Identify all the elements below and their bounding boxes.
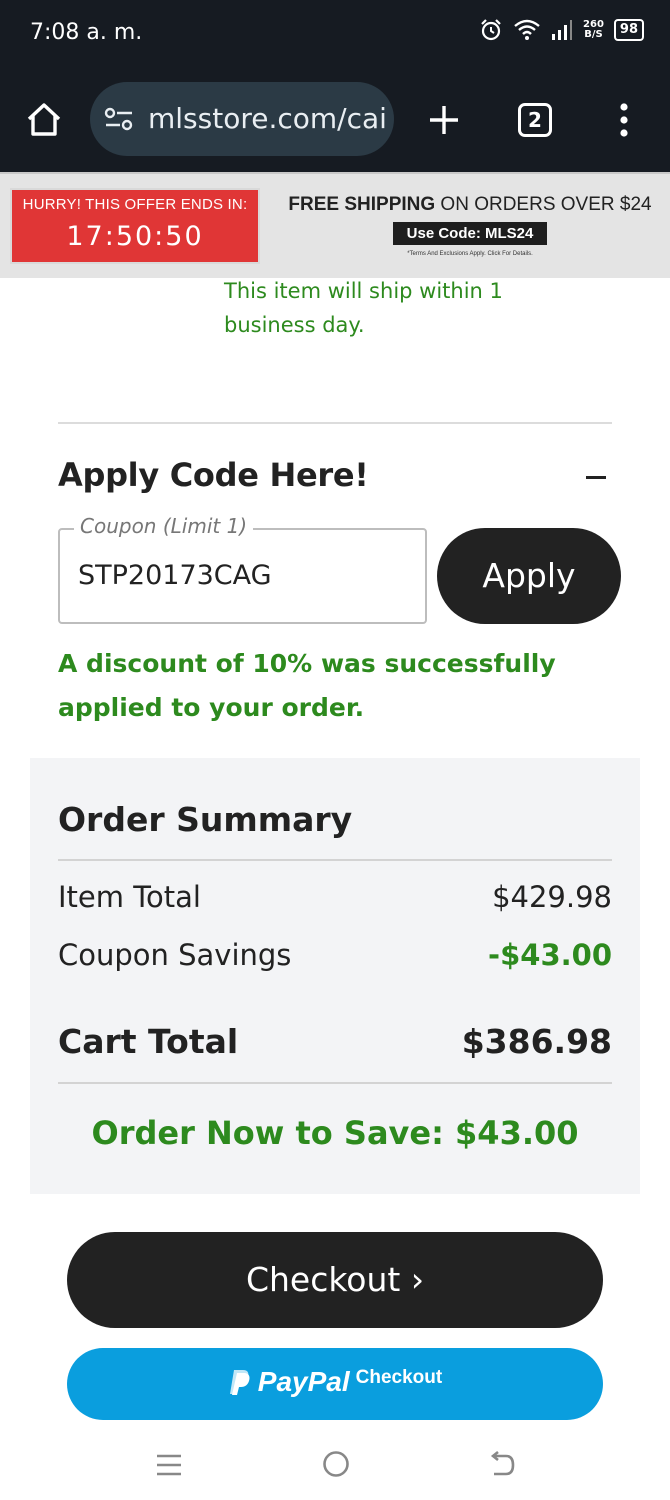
wifi-icon (514, 19, 540, 40)
coupon-input-label: Coupon (Limit 1) (74, 514, 254, 538)
recent-apps-icon[interactable] (156, 1452, 182, 1478)
cart-total-value: $386.98 (461, 1022, 612, 1061)
coupon-savings-label: Coupon Savings (58, 938, 292, 972)
item-total-value: $429.98 (492, 880, 612, 914)
summary-divider (58, 859, 612, 861)
new-tab-icon[interactable] (424, 100, 464, 140)
system-nav-bar (0, 1430, 670, 1500)
order-summary-title: Order Summary (58, 800, 353, 839)
summary-divider-bottom (58, 1082, 612, 1084)
status-time: 7:08 a. m. (30, 20, 143, 45)
promo-banner[interactable]: HURRY! THIS OFFER ENDS IN: 17:50:50 FREE… (0, 172, 670, 278)
browser-toolbar: mlsstore.com/cai 2 (0, 70, 670, 172)
free-shipping-bold: FREE SHIPPING (288, 194, 436, 215)
checkout-button[interactable]: Checkout › (67, 1232, 603, 1328)
coupon-section-title[interactable]: Apply Code Here! (58, 456, 369, 494)
site-settings-icon[interactable] (104, 106, 134, 132)
order-summary: Order Summary Item Total $429.98 Coupon … (30, 758, 640, 1194)
terms-text[interactable]: *Terms And Exclusions Apply. Click For D… (280, 251, 660, 257)
back-nav-icon[interactable] (488, 1450, 516, 1478)
paypal-wordmark: PayPal (257, 1366, 350, 1397)
more-menu-icon[interactable] (612, 100, 636, 140)
section-divider (58, 422, 612, 424)
save-message: Order Now to Save: $43.00 (91, 1114, 579, 1152)
battery-indicator: 98 (613, 19, 644, 41)
alarm-icon (481, 19, 501, 41)
url-text: mlsstore.com/cai (148, 102, 387, 135)
coupon-success-message: A discount of 10% was successfully appli… (58, 649, 556, 722)
coupon-savings-value: -$43.00 (488, 938, 612, 972)
free-shipping-text: FREE SHIPPING ON ORDERS OVER $24 (280, 194, 660, 216)
status-icons: 260 B/S 98 (479, 18, 644, 42)
paypal-logo-icon (229, 1370, 250, 1395)
coupon-input-value: STP20173CAG (78, 560, 272, 591)
collapse-minus-icon[interactable] (586, 476, 606, 479)
promo-code-badge: Use Code: MLS24 (392, 222, 548, 245)
status-bar: 7:08 a. m. 260 B/S 98 (0, 0, 670, 70)
apply-coupon-button[interactable]: Apply (437, 528, 621, 624)
item-total-label: Item Total (58, 880, 201, 914)
paypal-checkout-button[interactable]: PayPal Checkout (67, 1348, 603, 1420)
signal-icon (552, 20, 573, 40)
shipping-note: This item will ship within 1 business da… (224, 279, 503, 337)
address-bar[interactable]: mlsstore.com/cai (90, 82, 394, 156)
countdown-timer: 17:50:50 (66, 221, 204, 252)
home-nav-icon[interactable] (322, 1450, 350, 1478)
countdown-label: HURRY! THIS OFFER ENDS IN: (22, 196, 248, 213)
countdown-box: HURRY! THIS OFFER ENDS IN: 17:50:50 (10, 188, 260, 264)
network-speed-unit: B/S (584, 29, 603, 40)
free-shipping-rest: ON ORDERS OVER $24 (435, 194, 652, 215)
paypal-content: PayPal Checkout (228, 1366, 442, 1398)
tab-switcher-button[interactable]: 2 (518, 103, 552, 137)
coupon-input[interactable]: Coupon (Limit 1) STP20173CAG (58, 514, 427, 624)
free-shipping-box: FREE SHIPPING ON ORDERS OVER $24 Use Cod… (280, 194, 660, 257)
network-speed: 260 B/S (583, 20, 604, 40)
home-icon[interactable] (24, 100, 64, 140)
cart-total-label: Cart Total (58, 1022, 239, 1061)
paypal-checkout-label: Checkout (355, 1367, 443, 1388)
